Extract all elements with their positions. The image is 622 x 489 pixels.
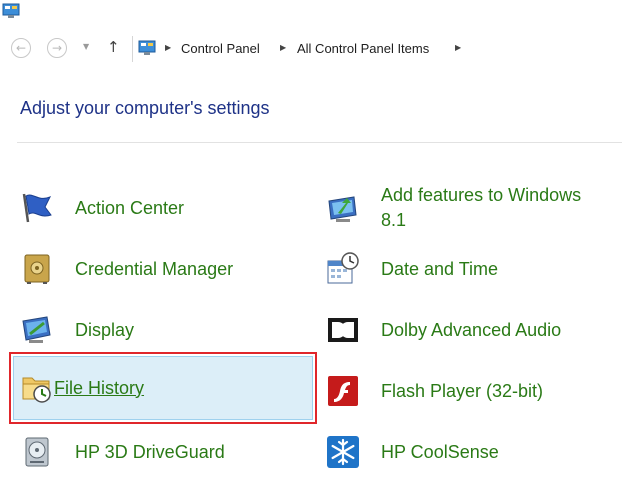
item-flash-player[interactable]: Flash Player (32-bit) — [326, 364, 622, 418]
calendar-clock-icon — [326, 252, 360, 286]
item-label: Credential Manager — [75, 258, 234, 279]
hard-drive-icon — [20, 435, 54, 469]
item-action-center[interactable]: Action Center — [20, 181, 310, 235]
item-label: HP 3D DriveGuard — [75, 441, 225, 462]
divider — [17, 142, 622, 143]
monitor-icon — [20, 313, 54, 347]
computer-arrow-icon — [326, 191, 360, 225]
item-add-features-windows[interactable]: Add features to Windows 8.1 — [326, 181, 622, 235]
forward-button[interactable]: → — [47, 38, 67, 58]
navigation-bar: ← → ▼ ↑ ▶ Control Panel ▶ All Control Pa… — [0, 36, 622, 64]
item-label: HP CoolSense — [381, 441, 499, 462]
address-bar[interactable]: ▶ Control Panel ▶ All Control Panel Item… — [132, 36, 622, 62]
item-label: Display — [75, 319, 135, 340]
item-label: File History — [54, 377, 145, 398]
chevron-right-icon[interactable]: ▶ — [280, 43, 286, 52]
folder-clock-icon — [20, 371, 54, 405]
item-display[interactable]: Display — [20, 303, 310, 357]
safe-icon — [20, 252, 54, 286]
up-button[interactable]: ↑ — [107, 38, 120, 56]
item-label: Date and Time — [381, 258, 499, 279]
item-label: Flash Player (32-bit) — [381, 380, 544, 401]
chevron-right-icon[interactable]: ▶ — [455, 43, 461, 52]
chevron-down-icon: ▼ — [83, 42, 90, 51]
item-label: Action Center — [75, 197, 185, 218]
chevron-right-icon[interactable]: ▶ — [165, 43, 171, 52]
item-credential-manager[interactable]: Credential Manager — [20, 242, 310, 296]
control-panel-icon — [138, 40, 156, 56]
item-file-history[interactable]: File History — [13, 356, 313, 420]
item-label: Dolby Advanced Audio — [381, 319, 562, 340]
item-hp-3d-driveguard[interactable]: HP 3D DriveGuard — [20, 425, 310, 479]
forward-arrow-icon: → — [51, 41, 63, 55]
back-button[interactable]: ← — [11, 38, 31, 58]
dolby-icon — [326, 313, 360, 347]
page-title: Adjust your computer's settings — [20, 98, 270, 118]
flag-icon — [20, 191, 54, 225]
snowflake-icon — [326, 435, 360, 469]
item-label: Add features to Windows 8.1 — [381, 185, 582, 230]
back-arrow-icon: ← — [15, 41, 27, 55]
item-date-and-time[interactable]: Date and Time — [326, 242, 622, 296]
flash-icon — [326, 374, 360, 408]
control-panel-icon — [2, 3, 20, 19]
item-hp-coolsense[interactable]: HP CoolSense — [326, 425, 622, 479]
breadcrumb-all-items[interactable]: All Control Panel Items — [297, 41, 429, 56]
breadcrumb-control-panel[interactable]: Control Panel — [181, 41, 260, 56]
recent-locations-button[interactable]: ▼ — [83, 42, 89, 51]
up-arrow-icon: ↑ — [107, 38, 120, 56]
item-dolby-advanced-audio[interactable]: Dolby Advanced Audio — [326, 303, 622, 357]
